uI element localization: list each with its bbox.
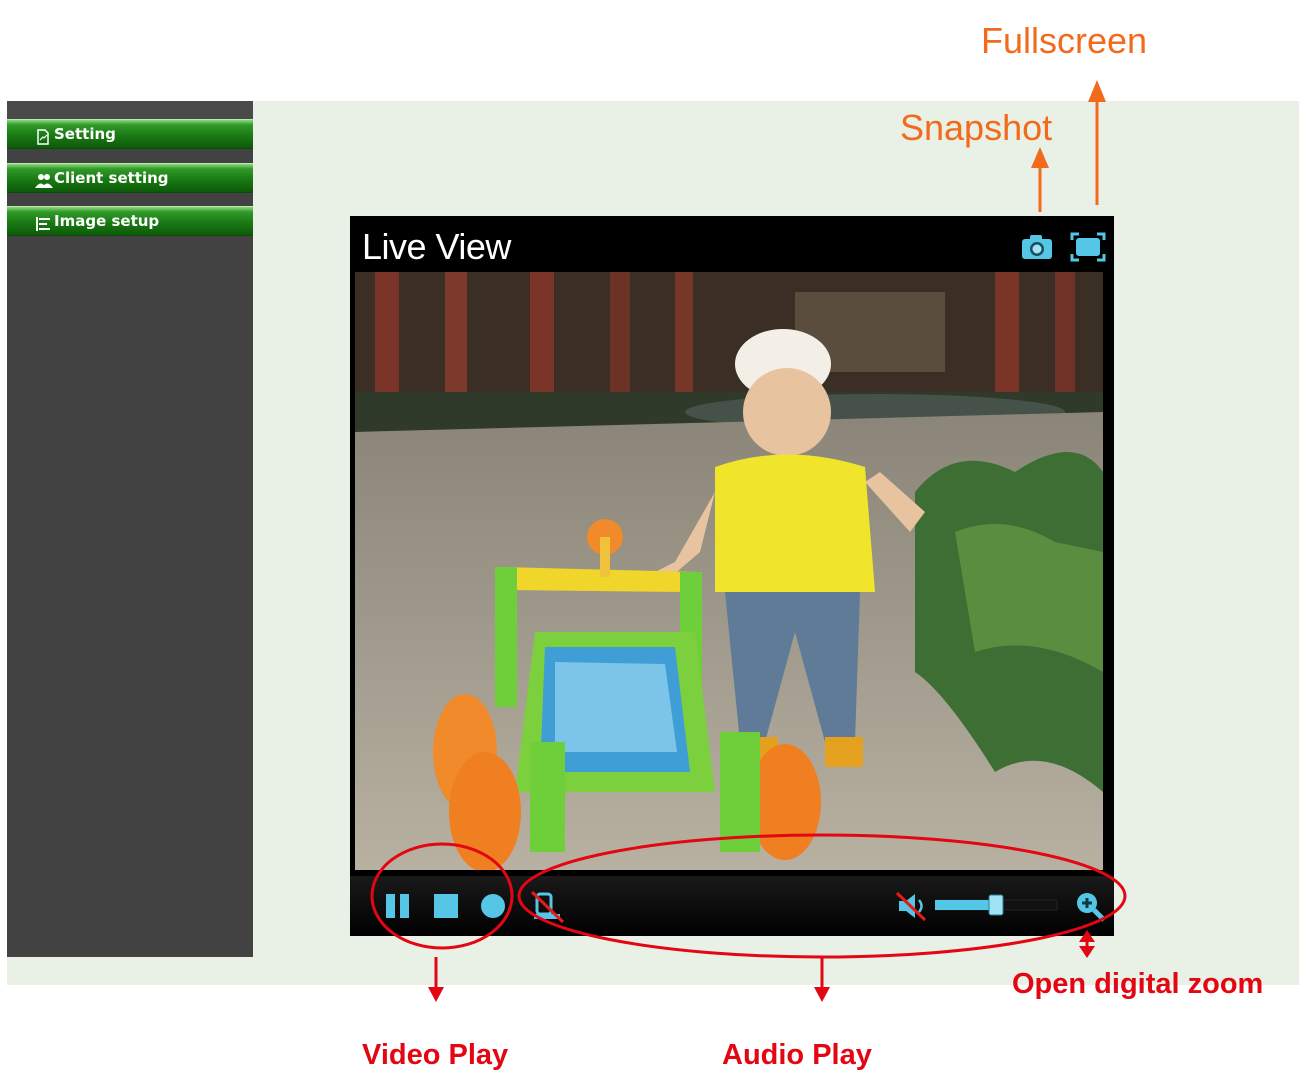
annotation-fullscreen: Fullscreen	[981, 20, 1148, 61]
annotation-overlay	[370, 80, 1127, 1002]
annotation-audio-play: Audio Play	[722, 1039, 872, 1071]
annotation-snapshot: Snapshot	[900, 107, 1053, 148]
annotation-open-digital-zoom: Open digital zoom	[1012, 968, 1264, 1000]
annotation-video-play: Video Play	[362, 1039, 509, 1071]
